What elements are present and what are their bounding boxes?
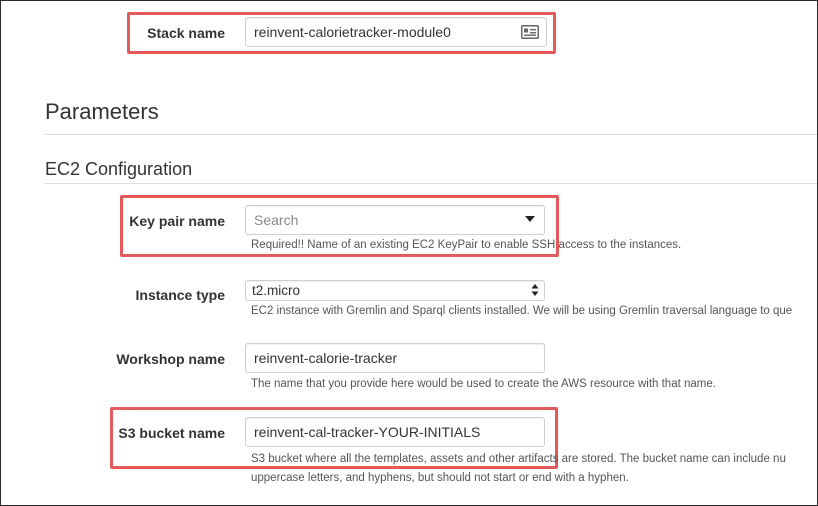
instance-type-select[interactable]: t2.micro [245, 280, 545, 301]
key-pair-help-text: Required!! Name of an existing EC2 KeyPa… [251, 239, 682, 251]
workshop-name-input[interactable]: reinvent-calorie-tracker [245, 343, 545, 373]
workshop-name-value: reinvent-calorie-tracker [254, 350, 398, 366]
parameters-divider [45, 134, 817, 135]
ec2-configuration-divider [45, 183, 817, 184]
workshop-name-label: Workshop name [116, 351, 225, 367]
key-pair-placeholder: Search [254, 212, 299, 228]
key-pair-label: Key pair name [129, 213, 225, 229]
instance-type-value: t2.micro [252, 283, 301, 298]
s3-bucket-input[interactable]: reinvent-cal-tracker-YOUR-INITIALS [245, 417, 545, 447]
stack-name-value: reinvent-calorietracker-module0 [254, 24, 451, 40]
workshop-name-help-text: The name that you provide here would be … [251, 378, 716, 390]
s3-bucket-value: reinvent-cal-tracker-YOUR-INITIALS [254, 424, 481, 440]
stack-name-label: Stack name [147, 25, 225, 41]
stack-parameters-panel: Stack name reinvent-calorietracker-modul… [0, 0, 818, 506]
s3-bucket-help-text-line-2: uppercase letters, and hyphens, but shou… [251, 472, 629, 484]
s3-bucket-help-text-line-1: S3 bucket where all the templates, asset… [251, 453, 786, 465]
instance-type-help-text: EC2 instance with Gremlin and Sparql cli… [251, 305, 793, 317]
stack-name-input[interactable]: reinvent-calorietracker-module0 [245, 17, 547, 47]
parameters-heading: Parameters [45, 99, 159, 124]
key-pair-select[interactable]: Search [245, 205, 545, 235]
s3-bucket-label: S3 bucket name [118, 425, 225, 441]
instance-type-label: Instance type [135, 287, 225, 303]
select-arrows-icon[interactable] [531, 283, 539, 297]
ec2-configuration-heading: EC2 Configuration [45, 159, 193, 179]
caret-down-icon[interactable] [525, 216, 535, 222]
contact-card-icon [521, 25, 539, 39]
